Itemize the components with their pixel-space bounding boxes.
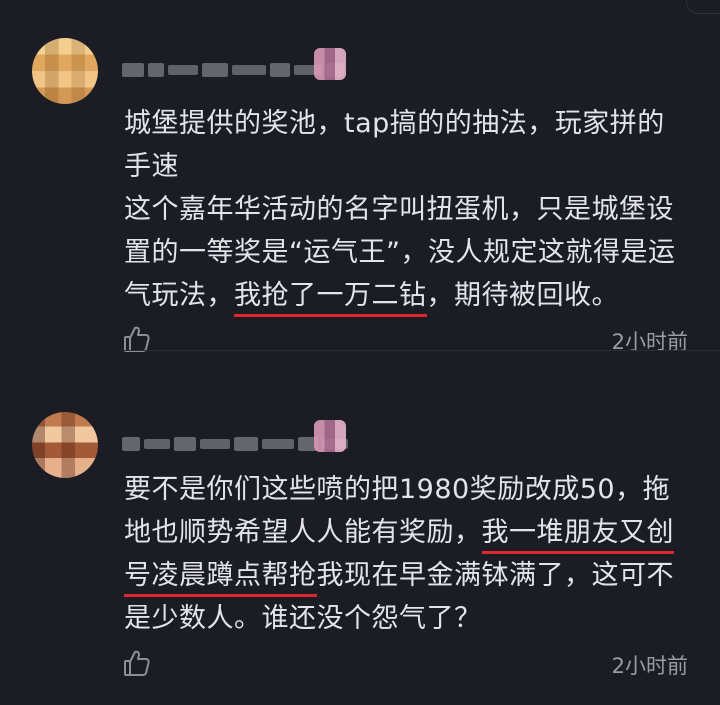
comment-text-segment: 我现在早金满钵满了，这可不 — [316, 560, 674, 591]
comment-line: 是少数人。谁还没个怨气了？ — [124, 603, 482, 634]
highlighted-text: 我抢了一万二钻 — [234, 280, 427, 317]
highlighted-text: 我一堆朋友又创 — [481, 517, 674, 554]
comment-text-segment: 地也顺势希望人人能有奖励， — [124, 517, 482, 548]
comment-timestamp: 2小时前 — [611, 654, 688, 678]
comment-text: 城堡提供的奖池，tap搞的的抽法，玩家拼的 手速 这个嘉年华活动的名字叫扭蛋机，… — [124, 102, 704, 317]
comment-line: 城堡提供的奖池，tap搞的的抽法，玩家拼的 — [124, 108, 665, 139]
comment-footer: 2小时前 — [0, 324, 720, 356]
corner-decoration — [686, 0, 720, 14]
comment-line: 号凌晨蹲点帮抢我现在早金满钵满了，这可不 — [124, 554, 704, 597]
comment-line: 要不是你们这些喷的把1980奖励改成50，拖 — [124, 474, 671, 505]
avatar[interactable] — [32, 38, 98, 104]
divider — [122, 350, 720, 351]
comment-footer: 2小时前 — [0, 648, 720, 680]
user-badge-blurred — [314, 48, 346, 80]
comment-text-segment: ，期待被回收。 — [426, 280, 619, 311]
comment-line: 置的一等奖是“运气王”，没人规定这就得是运 — [124, 237, 676, 268]
comment-line: 手速 — [124, 151, 179, 182]
comment-line: 地也顺势希望人人能有奖励，我一堆朋友又创 — [124, 511, 704, 554]
avatar[interactable] — [32, 412, 98, 478]
comment-text: 要不是你们这些喷的把1980奖励改成50，拖 地也顺势希望人人能有奖励，我一堆朋… — [124, 468, 704, 640]
comment-line: 这个嘉年华活动的名字叫扭蛋机，只是城堡设 — [124, 194, 674, 225]
comment-text-segment: 气玩法， — [124, 280, 234, 311]
comment-line: 气玩法，我抢了一万二钻，期待被回收。 — [124, 274, 704, 317]
thumbs-up-icon[interactable] — [122, 648, 152, 678]
user-badge-blurred — [314, 420, 346, 452]
comment-timestamp: 2小时前 — [611, 330, 688, 354]
username-blurred[interactable] — [122, 60, 344, 80]
highlighted-text: 号凌晨蹲点帮抢 — [124, 560, 317, 597]
